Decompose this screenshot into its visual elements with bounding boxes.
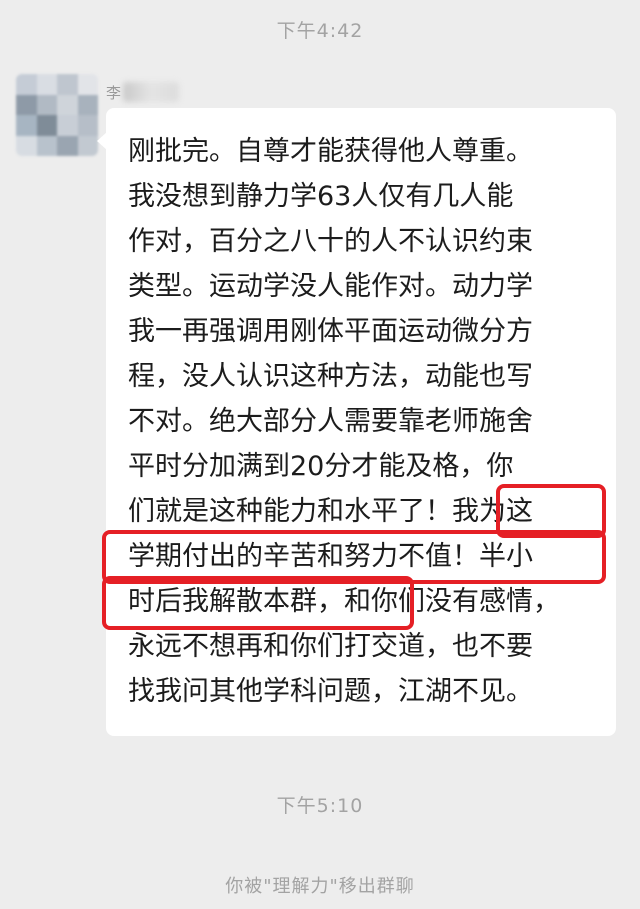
message-line: 刚批完。自尊才能获得他人尊重。	[128, 136, 533, 167]
sender-name: 李	[106, 80, 180, 104]
sender-avatar[interactable]	[16, 74, 98, 156]
message-line: 我一再强调用刚体平面运动微分方	[128, 316, 533, 347]
sender-name-text: 李	[106, 83, 122, 102]
message-line: 我没想到静力学63人仅有几人能	[128, 181, 514, 212]
highlight-box	[102, 576, 414, 630]
message-line: 平时分加满到20分才能及格，你	[128, 451, 514, 482]
message-line: 们就是这种能力和水平了！我为这	[128, 496, 533, 527]
message-line: 作对，百分之八十的人不认识约束	[128, 226, 533, 257]
message-line: 不对。绝大部分人需要靠老师施舍	[128, 406, 533, 437]
message-line: 程，没人认识这种方法，动能也写	[128, 361, 533, 392]
system-notice: 你被"理解力"移出群聊	[225, 876, 415, 897]
message-timestamp: 下午5:10	[276, 795, 364, 817]
message-line: 找我问其他学科问题，江湖不见。	[128, 676, 533, 707]
message-line: 永远不想再和你们打交道，也不要	[128, 631, 533, 662]
sender-name-blurred	[123, 82, 180, 102]
message-timestamp: 下午4:42	[276, 20, 364, 42]
message-line: 类型。运动学没人能作对。动力学	[128, 271, 533, 302]
